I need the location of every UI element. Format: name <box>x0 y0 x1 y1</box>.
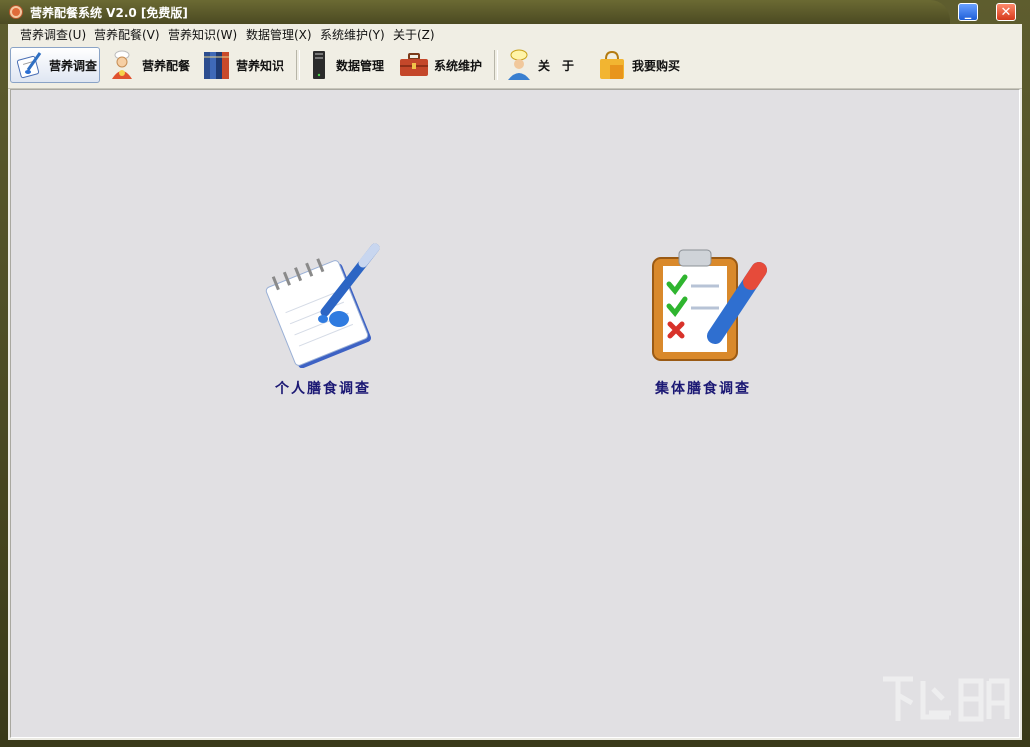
toolbar-about-label: 关 于 <box>538 58 575 73</box>
toolbox-icon <box>400 53 428 76</box>
toolbar-data-management-label: 数据管理 <box>336 58 385 73</box>
toolbar-about-button[interactable]: 关 于 <box>504 47 588 83</box>
menu-knowledge[interactable]: 营养知识(W) <box>168 26 237 43</box>
app-window: 营养配餐系统 V2.0 [免费版] _ ✕ 营养调查(U) 营养配餐(V) 营养… <box>0 0 1030 747</box>
group-diet-survey-card[interactable]: 集体膳食调查 <box>623 240 783 398</box>
minimize-icon: _ <box>964 5 972 20</box>
toolbar-purchase-label: 我要购买 <box>632 58 681 73</box>
menu-meal-plan[interactable]: 营养配餐(V) <box>94 26 160 43</box>
group-diet-survey-label: 集体膳食调查 <box>655 381 751 397</box>
window-title: 营养配餐系统 V2.0 [免费版] <box>30 6 188 20</box>
chef-icon <box>112 50 132 79</box>
clipboard-checklist-icon <box>652 249 767 361</box>
client-area: 营养调查(U) 营养配餐(V) 营养知识(W) 数据管理(X) 系统维护(Y) … <box>8 24 1022 740</box>
close-icon: ✕ <box>1000 5 1012 20</box>
toolbar-purchase-button[interactable]: 我要购买 <box>596 47 692 83</box>
toolbar-knowledge-button[interactable]: 营养知识 <box>202 47 292 83</box>
books-icon <box>204 52 229 79</box>
notepad-pen-icon <box>265 243 380 369</box>
menu-bar: 营养调查(U) 营养配餐(V) 营养知识(W) 数据管理(X) 系统维护(Y) … <box>8 24 1022 44</box>
toolbar-separator <box>296 50 300 80</box>
toolbar-knowledge-label: 营养知识 <box>236 58 285 73</box>
shopping-bag-icon <box>600 50 624 79</box>
toolbar-separator <box>494 50 498 80</box>
server-icon <box>313 51 325 79</box>
title-bar[interactable]: 营养配餐系统 V2.0 [免费版] _ ✕ <box>0 0 1030 24</box>
main-workspace: 个人膳食调查 集体膳食调查 <box>10 89 1020 738</box>
personal-diet-survey-card[interactable]: 个人膳食调查 <box>243 240 403 398</box>
toolbar-survey-button[interactable]: 营养调查 <box>10 47 100 83</box>
watermark-logo-icon <box>883 676 1010 722</box>
menu-maintenance[interactable]: 系统维护(Y) <box>320 26 385 43</box>
menu-about[interactable]: 关于(Z) <box>393 26 435 43</box>
toolbar-data-management-button[interactable]: 数据管理 <box>308 47 394 83</box>
personal-diet-survey-label: 个人膳食调查 <box>275 381 371 397</box>
toolbar-meal-plan-button[interactable]: 营养配餐 <box>106 47 198 83</box>
toolbar-meal-plan-label: 营养配餐 <box>142 58 191 73</box>
person-info-icon <box>508 49 530 80</box>
minimize-button[interactable]: _ <box>958 3 978 21</box>
toolbar-maintenance-button[interactable]: 系统维护 <box>398 47 490 83</box>
menu-data-management[interactable]: 数据管理(X) <box>246 26 312 43</box>
toolbar: 营养调查 营养配餐 营养知识 数据管理 系统维护 关 于 我要购买 <box>8 44 1022 89</box>
toolbar-maintenance-label: 系统维护 <box>434 58 483 73</box>
close-button[interactable]: ✕ <box>996 3 1016 21</box>
notepad-pen-icon <box>16 52 42 79</box>
menu-survey[interactable]: 营养调查(U) <box>20 26 86 43</box>
toolbar-survey-label: 营养调查 <box>49 58 98 73</box>
app-logo-icon <box>9 5 23 19</box>
